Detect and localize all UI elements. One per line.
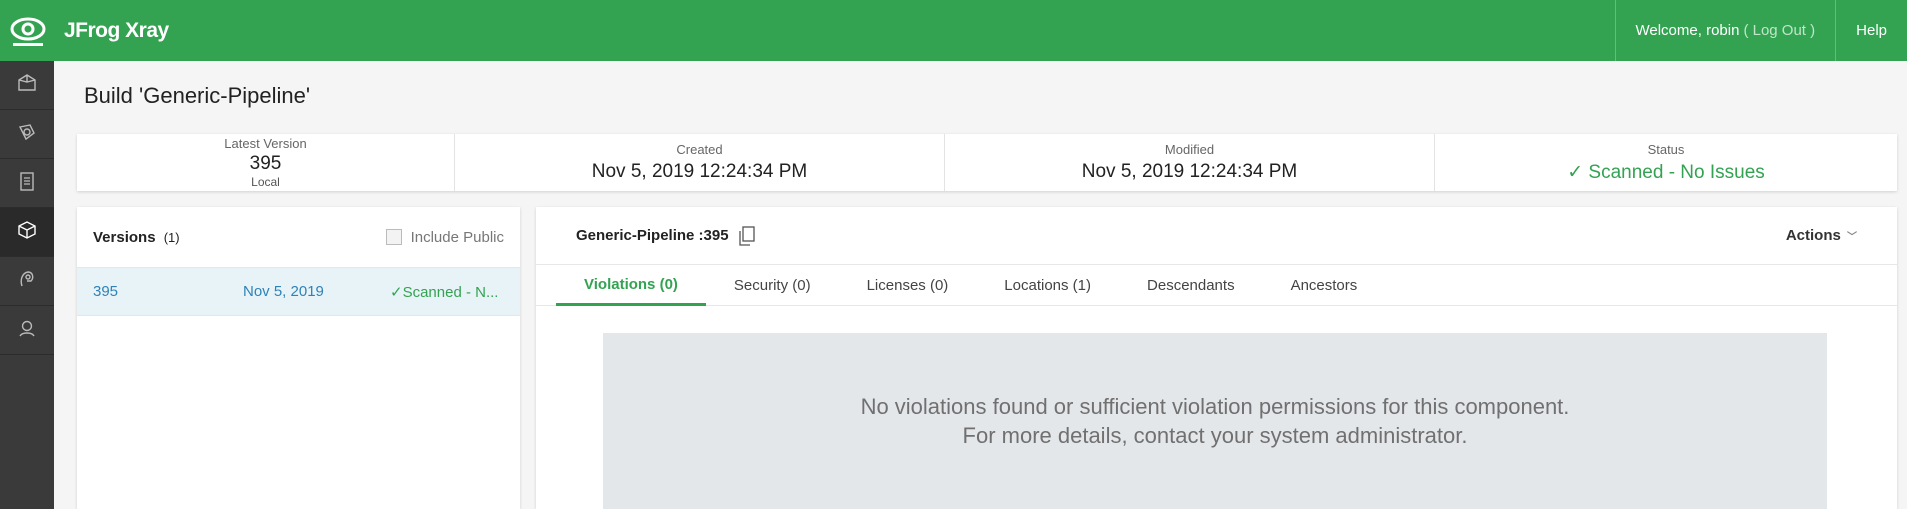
details-tabs: Violations (0) Security (0) Licenses (0)… xyxy=(536,265,1897,306)
build-summary: Latest Version 395 Local Created Nov 5, … xyxy=(77,134,1897,191)
actions-dropdown[interactable]: Actions ﹀ xyxy=(1786,227,1857,244)
sidebar xyxy=(0,61,54,509)
sidebar-item-admin[interactable] xyxy=(0,306,54,355)
include-public-toggle[interactable]: Include Public xyxy=(385,228,504,246)
versions-panel: Versions (1) Include Public 395 Nov 5, 2… xyxy=(77,207,520,509)
home-icon xyxy=(16,72,38,99)
created-cell: Created Nov 5, 2019 12:24:34 PM xyxy=(455,134,945,191)
version-number[interactable]: 395 xyxy=(93,283,243,300)
version-row[interactable]: 395 Nov 5, 2019 ✓Scanned - N... xyxy=(77,268,520,316)
modified-cell: Modified Nov 5, 2019 12:24:34 PM xyxy=(945,134,1435,191)
empty-state-line1: No violations found or sufficient violat… xyxy=(860,394,1570,419)
brand-name: JFrog Xray xyxy=(64,18,169,42)
logout-link[interactable]: ( Log Out ) xyxy=(1743,22,1815,39)
versions-header: Versions (1) Include Public xyxy=(77,207,520,268)
version-date: Nov 5, 2019 xyxy=(243,283,324,300)
include-public-label: Include Public xyxy=(410,228,504,246)
watch-icon xyxy=(16,268,38,295)
versions-title: Versions (1) xyxy=(93,229,180,246)
versions-title-text: Versions xyxy=(93,228,156,246)
sidebar-item-reports[interactable] xyxy=(0,159,54,208)
tab-locations[interactable]: Locations (1) xyxy=(976,265,1119,306)
created-label: Created xyxy=(676,142,723,157)
empty-state-message: No violations found or sufficient violat… xyxy=(603,333,1827,509)
latest-version-cell: Latest Version 395 Local xyxy=(77,134,455,191)
status-cell: Status ✓ Scanned - No Issues xyxy=(1435,134,1897,191)
details-header: Generic-Pipeline :395 Actions ﹀ xyxy=(536,207,1897,265)
help-link[interactable]: Help xyxy=(1835,0,1907,61)
logo[interactable]: JFrog Xray xyxy=(0,0,169,61)
version-status: ✓Scanned - N... xyxy=(390,283,499,301)
latest-version-value: 395 xyxy=(249,153,282,174)
tab-ancestors[interactable]: Ancestors xyxy=(1263,265,1386,306)
latest-version-label: Latest Version xyxy=(224,136,307,151)
build-version-name: Generic-Pipeline :395 xyxy=(576,227,729,244)
sidebar-item-home[interactable] xyxy=(0,61,54,110)
actions-label: Actions xyxy=(1785,227,1841,244)
tab-security[interactable]: Security (0) xyxy=(706,265,839,306)
versions-count: (1) xyxy=(163,229,180,245)
latest-version-repo: Local xyxy=(251,175,280,189)
scan-icon xyxy=(16,121,38,148)
tab-descendants[interactable]: Descendants xyxy=(1119,265,1263,306)
user-menu: Welcome, robin ( Log Out ) xyxy=(1614,0,1836,61)
created-value: Nov 5, 2019 12:24:34 PM xyxy=(591,161,808,182)
component-details-panel: Generic-Pipeline :395 Actions ﹀ Violatio… xyxy=(536,207,1897,509)
empty-state-line2: For more details, contact your system ad… xyxy=(962,423,1468,448)
chevron-down-icon: ﹀ xyxy=(1847,232,1857,243)
tab-violations[interactable]: Violations (0) xyxy=(556,265,706,306)
xray-eye-icon xyxy=(8,9,48,53)
component-icon xyxy=(16,219,38,246)
sidebar-item-scan[interactable] xyxy=(0,110,54,159)
tab-licenses[interactable]: Licenses (0) xyxy=(839,265,977,306)
sidebar-item-watches[interactable] xyxy=(0,257,54,306)
status-label: Status xyxy=(1647,141,1685,157)
include-public-checkbox[interactable] xyxy=(385,229,402,245)
modified-value: Nov 5, 2019 12:24:34 PM xyxy=(1081,161,1298,182)
admin-icon xyxy=(16,317,38,344)
welcome-text: Welcome, robin xyxy=(1635,22,1740,39)
sidebar-item-components[interactable] xyxy=(0,208,54,257)
copy-icon[interactable] xyxy=(737,225,757,247)
status-value: ✓ Scanned - No Issues xyxy=(1567,161,1765,183)
reports-icon xyxy=(16,170,38,197)
page-title: Build 'Generic-Pipeline' xyxy=(84,83,311,108)
top-bar: JFrog Xray Welcome, robin ( Log Out ) He… xyxy=(0,0,1907,61)
modified-label: Modified xyxy=(1164,142,1215,157)
